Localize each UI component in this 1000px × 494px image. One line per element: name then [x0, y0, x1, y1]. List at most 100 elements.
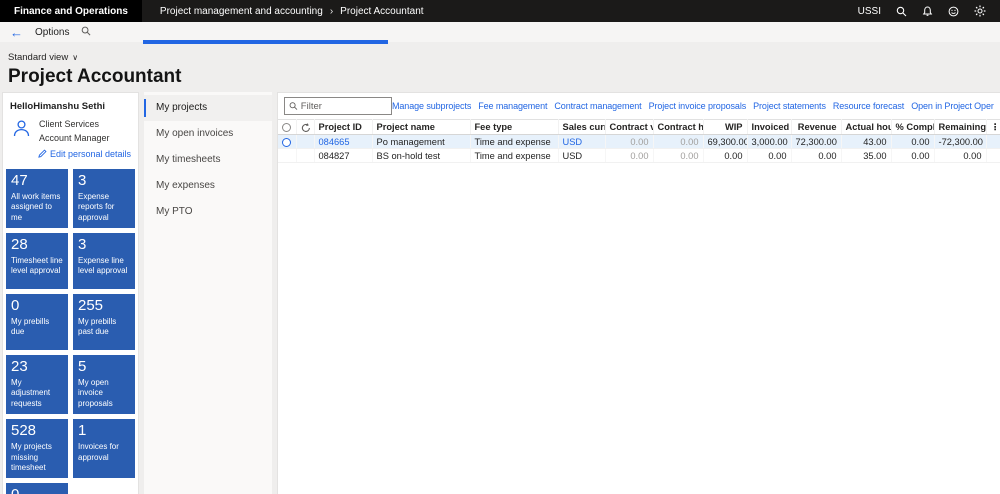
- pencil-icon: [38, 149, 47, 159]
- cell-remaining: 0.00: [934, 148, 987, 163]
- col-fee-type[interactable]: Fee type: [470, 119, 559, 135]
- tile-expense-reports[interactable]: 3 Expense reports for approval: [73, 168, 135, 228]
- table-row[interactable]: 084665 Po management Time and expense US…: [278, 134, 1000, 149]
- col-wip[interactable]: WIP: [703, 119, 748, 135]
- cell-pct-complete: 0.00: [891, 148, 935, 163]
- cell-actual-hours: 43.00: [841, 134, 892, 149]
- link-fee-management[interactable]: Fee management: [478, 101, 547, 111]
- summary-panel: HelloHimanshu Sethi Client Services Acco…: [2, 92, 139, 494]
- cell-revenue: 0.00: [791, 148, 842, 163]
- topbar-actions: USSI: [858, 5, 1000, 17]
- col-actual-hours[interactable]: Actual hours: [841, 119, 892, 135]
- col-sales-currency[interactable]: Sales curre...: [558, 119, 606, 135]
- table-row[interactable]: 084827 BS on-hold test Time and expense …: [278, 148, 1000, 163]
- col-contract-hours[interactable]: Contract h...: [653, 119, 704, 135]
- cell-contract-value: 0.00: [605, 134, 654, 149]
- cell-actual-hours: 35.00: [841, 148, 892, 163]
- link-contract-management[interactable]: Contract management: [554, 101, 641, 111]
- cell-fee-type: Time and expense: [470, 148, 559, 163]
- edit-personal-details-link[interactable]: Edit personal details: [38, 149, 132, 159]
- tile-work-items[interactable]: 47 All work items assigned to me: [6, 168, 68, 228]
- chevron-down-icon: ∨: [72, 53, 79, 62]
- cell-fee-type: Time and expense: [470, 134, 559, 149]
- search-icon[interactable]: [896, 6, 907, 17]
- profile-role-1: Client Services: [39, 119, 100, 129]
- cell-invoiced: 0.00: [747, 148, 792, 163]
- link-manage-subprojects[interactable]: Manage subprojects: [392, 101, 471, 111]
- row-checkbox[interactable]: [278, 134, 297, 149]
- tab-my-expenses[interactable]: My expenses: [144, 173, 272, 199]
- link-project-invoice-proposals[interactable]: Project invoice proposals: [649, 101, 747, 111]
- breadcrumb-page[interactable]: Project Accountant: [340, 6, 423, 17]
- back-button[interactable]: ←: [10, 26, 23, 39]
- cell-invoiced: 3,000.00: [747, 134, 792, 149]
- link-resource-forecast[interactable]: Resource forecast: [833, 101, 904, 111]
- tile-prebills-due[interactable]: 0 My prebills due: [6, 293, 68, 350]
- breadcrumb: Project management and accounting › Proj…: [160, 6, 424, 17]
- page-header: Standard view ∨ Project Accountant: [0, 42, 1000, 92]
- command-search-icon[interactable]: [81, 26, 91, 39]
- notifications-bell-icon[interactable]: [922, 5, 933, 17]
- profile-role-2: Account Manager: [39, 133, 110, 144]
- cell-project-id[interactable]: 084827: [314, 148, 373, 163]
- breadcrumb-section[interactable]: Project management and accounting: [160, 6, 323, 17]
- col-contract-value[interactable]: Contract v...: [605, 119, 654, 135]
- projects-grid-panel: Manage subprojects Fee management Contra…: [277, 92, 1000, 494]
- col-revenue[interactable]: Revenue: [791, 119, 842, 135]
- cell-project-name: Po management: [372, 134, 471, 149]
- tile-partial-bottom[interactable]: 0: [6, 483, 68, 494]
- filter-box: [284, 97, 392, 115]
- cell-project-name: BS on-hold test: [372, 148, 471, 163]
- col-project-id[interactable]: Project ID: [314, 119, 373, 135]
- app-name[interactable]: Finance and Operations: [0, 0, 142, 22]
- column-options-icon[interactable]: ⋮: [986, 119, 1000, 135]
- cell-pct-complete: 0.00: [891, 134, 935, 149]
- tile-projects-missing-timesheet[interactable]: 528 My projects missing timesheet: [6, 419, 68, 479]
- accent-bar: [143, 40, 388, 44]
- grid-toolbar: Manage subprojects Fee management Contra…: [278, 93, 1000, 119]
- tile-open-invoice-proposals[interactable]: 5 My open invoice proposals: [73, 354, 135, 415]
- tab-my-projects[interactable]: My projects: [144, 95, 272, 121]
- tile-expense-line-approval[interactable]: 3 Expense line level approval: [73, 232, 135, 289]
- tile-prebills-past-due[interactable]: 255 My prebills past due: [73, 293, 135, 350]
- tab-my-open-invoices[interactable]: My open invoices: [144, 121, 272, 147]
- col-project-name[interactable]: Project name: [372, 119, 471, 135]
- avatar: [10, 117, 33, 146]
- cell-sales-currency[interactable]: USD: [558, 134, 606, 149]
- greeting: HelloHimanshu Sethi: [10, 101, 106, 112]
- view-selector[interactable]: Standard view ∨: [8, 52, 78, 63]
- tab-my-pto[interactable]: My PTO: [144, 199, 272, 225]
- app-window: Finance and Operations Project managemen…: [0, 0, 1000, 494]
- projects-table: Project ID Project name Fee type Sales c…: [278, 119, 1000, 163]
- options-menu[interactable]: Options: [35, 27, 69, 38]
- grid-action-links: Manage subprojects Fee management Contra…: [392, 101, 994, 111]
- link-open-in-project-operations[interactable]: Open in Project Operations: [911, 101, 994, 111]
- cell-contract-hours: 0.00: [653, 134, 704, 149]
- settings-gear-icon[interactable]: [974, 5, 986, 17]
- refresh-icon[interactable]: [296, 119, 315, 135]
- tile-invoices-for-approval[interactable]: 1 Invoices for approval: [73, 419, 135, 479]
- company-picker[interactable]: USSI: [858, 6, 881, 17]
- tab-my-timesheets[interactable]: My timesheets: [144, 147, 272, 173]
- view-selector-label: Standard view: [8, 52, 69, 63]
- kpi-tiles: 47 All work items assigned to me 3 Expense…: [6, 168, 135, 494]
- cell-sales-currency: USD: [558, 148, 606, 163]
- tile-adjustment-requests[interactable]: 23 My adjustment requests: [6, 354, 68, 415]
- workspace-tab-list: My projects My open invoices My timeshee…: [144, 92, 272, 494]
- select-all-checkbox[interactable]: [278, 119, 297, 135]
- table-header-row: Project ID Project name Fee type Sales c…: [278, 119, 1000, 135]
- command-bar: ← Options: [0, 22, 1000, 42]
- row-checkbox[interactable]: [278, 148, 297, 163]
- cell-remaining: -72,300.00: [934, 134, 987, 149]
- col-remaining[interactable]: Remaining...: [934, 119, 987, 135]
- cell-contract-hours: 0.00: [653, 148, 704, 163]
- workspace-content: HelloHimanshu Sethi Client Services Acco…: [0, 92, 1000, 494]
- feedback-smiley-icon[interactable]: [948, 6, 959, 17]
- col-pct-complete[interactable]: % Complet...: [891, 119, 935, 135]
- breadcrumb-chevron-icon: ›: [329, 5, 334, 17]
- link-project-statements[interactable]: Project statements: [753, 101, 826, 111]
- col-invoiced[interactable]: Invoiced: [747, 119, 792, 135]
- cell-project-id[interactable]: 084665: [314, 134, 373, 149]
- filter-input[interactable]: [300, 100, 387, 112]
- tile-timesheet-line-approval[interactable]: 28 Timesheet line level approval: [6, 232, 68, 289]
